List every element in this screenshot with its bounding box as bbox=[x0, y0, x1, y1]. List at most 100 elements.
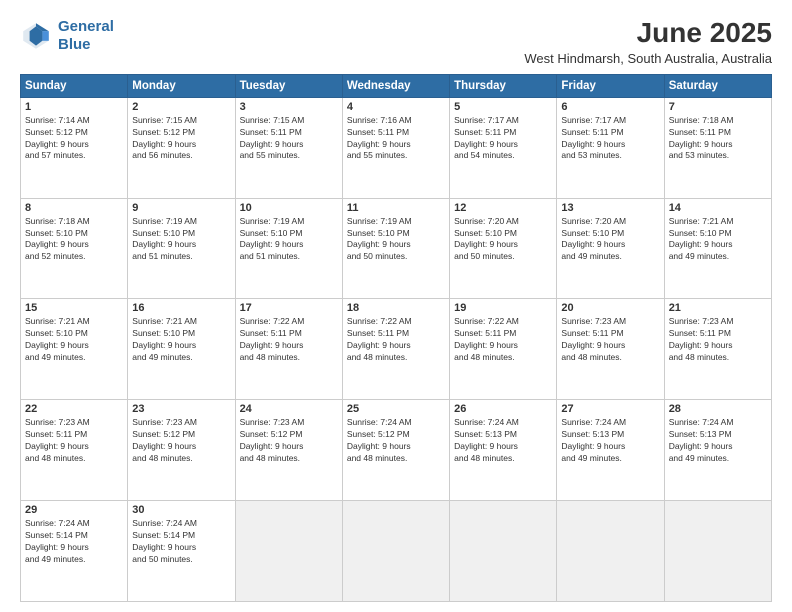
day-cell-24: 24 Sunrise: 7:23 AM Sunset: 5:12 PM Dayli… bbox=[235, 400, 342, 501]
day-cell-26: 26 Sunrise: 7:24 AM Sunset: 5:13 PM Dayli… bbox=[450, 400, 557, 501]
week-row-2: 8 Sunrise: 7:18 AM Sunset: 5:10 PM Daylig… bbox=[21, 198, 772, 299]
empty-cell bbox=[235, 501, 342, 602]
day-cell-25: 25 Sunrise: 7:24 AM Sunset: 5:12 PM Dayli… bbox=[342, 400, 449, 501]
day-number: 2 bbox=[132, 101, 230, 113]
day-number: 6 bbox=[561, 101, 659, 113]
day-info: Sunrise: 7:24 AM Sunset: 5:13 PM Dayligh… bbox=[669, 417, 767, 465]
day-cell-19: 19Sunrise: 7:22 AM Sunset: 5:11 PM Dayli… bbox=[450, 299, 557, 400]
day-cell-14: 14 Sunrise: 7:21 AM Sunset: 5:10 PM Dayli… bbox=[664, 198, 771, 299]
day-number: 9 bbox=[132, 202, 230, 214]
day-info: Sunrise: 7:23 AM Sunset: 5:12 PM Dayligh… bbox=[132, 417, 230, 465]
day-cell-2: 2 Sunrise: 7:15 AM Sunset: 5:12 PM Daylig… bbox=[128, 97, 235, 198]
day-cell-6: 6 Sunrise: 7:17 AM Sunset: 5:11 PM Daylig… bbox=[557, 97, 664, 198]
day-info: Sunrise: 7:23 AM Sunset: 5:11 PM Dayligh… bbox=[561, 316, 659, 364]
day-cell-29: 29 Sunrise: 7:24 AM Sunset: 5:14 PM Dayli… bbox=[21, 501, 128, 602]
day-cell-3: 3 Sunrise: 7:15 AM Sunset: 5:11 PM Daylig… bbox=[235, 97, 342, 198]
day-info: Sunrise: 7:19 AM Sunset: 5:10 PM Dayligh… bbox=[240, 216, 338, 264]
empty-cell bbox=[450, 501, 557, 602]
day-number: 8 bbox=[25, 202, 123, 214]
day-number: 22 bbox=[25, 403, 123, 415]
day-cell-23: 23 Sunrise: 7:23 AM Sunset: 5:12 PM Dayli… bbox=[128, 400, 235, 501]
weekday-header-tuesday: Tuesday bbox=[235, 74, 342, 97]
logo-line1: General bbox=[58, 18, 114, 35]
day-cell-4: 4 Sunrise: 7:16 AM Sunset: 5:11 PM Daylig… bbox=[342, 97, 449, 198]
day-number: 3 bbox=[240, 101, 338, 113]
day-number: 15 bbox=[25, 302, 123, 314]
weekday-header-wednesday: Wednesday bbox=[342, 74, 449, 97]
day-number: 11 bbox=[347, 202, 445, 214]
day-info: Sunrise: 7:22 AM Sunset: 5:11 PM Dayligh… bbox=[454, 316, 552, 364]
calendar-table: SundayMondayTuesdayWednesdayThursdayFrid… bbox=[20, 74, 772, 602]
day-number: 21 bbox=[669, 302, 767, 314]
day-number: 29 bbox=[25, 504, 123, 516]
day-cell-1: 1 Sunrise: 7:14 AM Sunset: 5:12 PM Daylig… bbox=[21, 97, 128, 198]
day-number: 10 bbox=[240, 202, 338, 214]
header: General Blue June 2025 West Hindmarsh, S… bbox=[20, 18, 772, 66]
logo: General Blue bbox=[20, 18, 114, 54]
day-info: Sunrise: 7:24 AM Sunset: 5:13 PM Dayligh… bbox=[561, 417, 659, 465]
weekday-header-sunday: Sunday bbox=[21, 74, 128, 97]
day-info: Sunrise: 7:23 AM Sunset: 5:11 PM Dayligh… bbox=[25, 417, 123, 465]
day-cell-16: 16Sunrise: 7:21 AM Sunset: 5:10 PM Dayli… bbox=[128, 299, 235, 400]
day-cell-15: 15 Sunrise: 7:21 AM Sunset: 5:10 PM Dayli… bbox=[21, 299, 128, 400]
empty-cell bbox=[557, 501, 664, 602]
day-number: 1 bbox=[25, 101, 123, 113]
day-cell-13: 13Sunrise: 7:20 AM Sunset: 5:10 PM Dayli… bbox=[557, 198, 664, 299]
day-cell-9: 9 Sunrise: 7:19 AM Sunset: 5:10 PM Daylig… bbox=[128, 198, 235, 299]
day-cell-5: 5Sunrise: 7:17 AM Sunset: 5:11 PM Daylig… bbox=[450, 97, 557, 198]
day-info: Sunrise: 7:24 AM Sunset: 5:14 PM Dayligh… bbox=[25, 518, 123, 566]
day-number: 14 bbox=[669, 202, 767, 214]
day-cell-22: 22 Sunrise: 7:23 AM Sunset: 5:11 PM Dayli… bbox=[21, 400, 128, 501]
logo-icon bbox=[20, 20, 52, 52]
day-info: Sunrise: 7:15 AM Sunset: 5:12 PM Dayligh… bbox=[132, 115, 230, 163]
logo-text: General Blue bbox=[58, 18, 114, 54]
day-info: Sunrise: 7:24 AM Sunset: 5:12 PM Dayligh… bbox=[347, 417, 445, 465]
day-info: Sunrise: 7:21 AM Sunset: 5:10 PM Dayligh… bbox=[132, 316, 230, 364]
week-row-1: 1 Sunrise: 7:14 AM Sunset: 5:12 PM Daylig… bbox=[21, 97, 772, 198]
day-number: 4 bbox=[347, 101, 445, 113]
day-info: Sunrise: 7:17 AM Sunset: 5:11 PM Dayligh… bbox=[561, 115, 659, 163]
week-row-3: 15 Sunrise: 7:21 AM Sunset: 5:10 PM Dayli… bbox=[21, 299, 772, 400]
day-number: 30 bbox=[132, 504, 230, 516]
day-cell-10: 10 Sunrise: 7:19 AM Sunset: 5:10 PM Dayli… bbox=[235, 198, 342, 299]
day-number: 25 bbox=[347, 403, 445, 415]
day-cell-30: 30 Sunrise: 7:24 AM Sunset: 5:14 PM Dayli… bbox=[128, 501, 235, 602]
logo-line2: Blue bbox=[58, 36, 91, 53]
day-info: Sunrise: 7:23 AM Sunset: 5:12 PM Dayligh… bbox=[240, 417, 338, 465]
day-cell-20: 20 Sunrise: 7:23 AM Sunset: 5:11 PM Dayli… bbox=[557, 299, 664, 400]
day-info: Sunrise: 7:20 AM Sunset: 5:10 PM Dayligh… bbox=[561, 216, 659, 264]
day-cell-11: 11 Sunrise: 7:19 AM Sunset: 5:10 PM Dayli… bbox=[342, 198, 449, 299]
day-info: Sunrise: 7:19 AM Sunset: 5:10 PM Dayligh… bbox=[347, 216, 445, 264]
day-info: Sunrise: 7:19 AM Sunset: 5:10 PM Dayligh… bbox=[132, 216, 230, 264]
weekday-header-thursday: Thursday bbox=[450, 74, 557, 97]
day-info: Sunrise: 7:22 AM Sunset: 5:11 PM Dayligh… bbox=[240, 316, 338, 364]
day-info: Sunrise: 7:24 AM Sunset: 5:13 PM Dayligh… bbox=[454, 417, 552, 465]
day-info: Sunrise: 7:14 AM Sunset: 5:12 PM Dayligh… bbox=[25, 115, 123, 163]
day-number: 7 bbox=[669, 101, 767, 113]
day-cell-7: 7 Sunrise: 7:18 AM Sunset: 5:11 PM Daylig… bbox=[664, 97, 771, 198]
day-cell-17: 17Sunrise: 7:22 AM Sunset: 5:11 PM Dayli… bbox=[235, 299, 342, 400]
day-number: 5 bbox=[454, 101, 552, 113]
week-row-4: 22 Sunrise: 7:23 AM Sunset: 5:11 PM Dayli… bbox=[21, 400, 772, 501]
day-info: Sunrise: 7:24 AM Sunset: 5:14 PM Dayligh… bbox=[132, 518, 230, 566]
day-info: Sunrise: 7:20 AM Sunset: 5:10 PM Dayligh… bbox=[454, 216, 552, 264]
day-info: Sunrise: 7:23 AM Sunset: 5:11 PM Dayligh… bbox=[669, 316, 767, 364]
title-block: June 2025 West Hindmarsh, South Australi… bbox=[524, 18, 772, 66]
day-number: 26 bbox=[454, 403, 552, 415]
day-info: Sunrise: 7:18 AM Sunset: 5:11 PM Dayligh… bbox=[669, 115, 767, 163]
day-info: Sunrise: 7:21 AM Sunset: 5:10 PM Dayligh… bbox=[25, 316, 123, 364]
day-info: Sunrise: 7:18 AM Sunset: 5:10 PM Dayligh… bbox=[25, 216, 123, 264]
day-info: Sunrise: 7:16 AM Sunset: 5:11 PM Dayligh… bbox=[347, 115, 445, 163]
day-number: 20 bbox=[561, 302, 659, 314]
day-number: 23 bbox=[132, 403, 230, 415]
day-cell-8: 8 Sunrise: 7:18 AM Sunset: 5:10 PM Daylig… bbox=[21, 198, 128, 299]
day-info: Sunrise: 7:15 AM Sunset: 5:11 PM Dayligh… bbox=[240, 115, 338, 163]
month-title: June 2025 bbox=[524, 18, 772, 49]
day-number: 24 bbox=[240, 403, 338, 415]
day-number: 12 bbox=[454, 202, 552, 214]
page: General Blue June 2025 West Hindmarsh, S… bbox=[0, 0, 792, 612]
day-info: Sunrise: 7:22 AM Sunset: 5:11 PM Dayligh… bbox=[347, 316, 445, 364]
location-title: West Hindmarsh, South Australia, Austral… bbox=[524, 51, 772, 66]
day-cell-28: 28Sunrise: 7:24 AM Sunset: 5:13 PM Dayli… bbox=[664, 400, 771, 501]
day-info: Sunrise: 7:21 AM Sunset: 5:10 PM Dayligh… bbox=[669, 216, 767, 264]
